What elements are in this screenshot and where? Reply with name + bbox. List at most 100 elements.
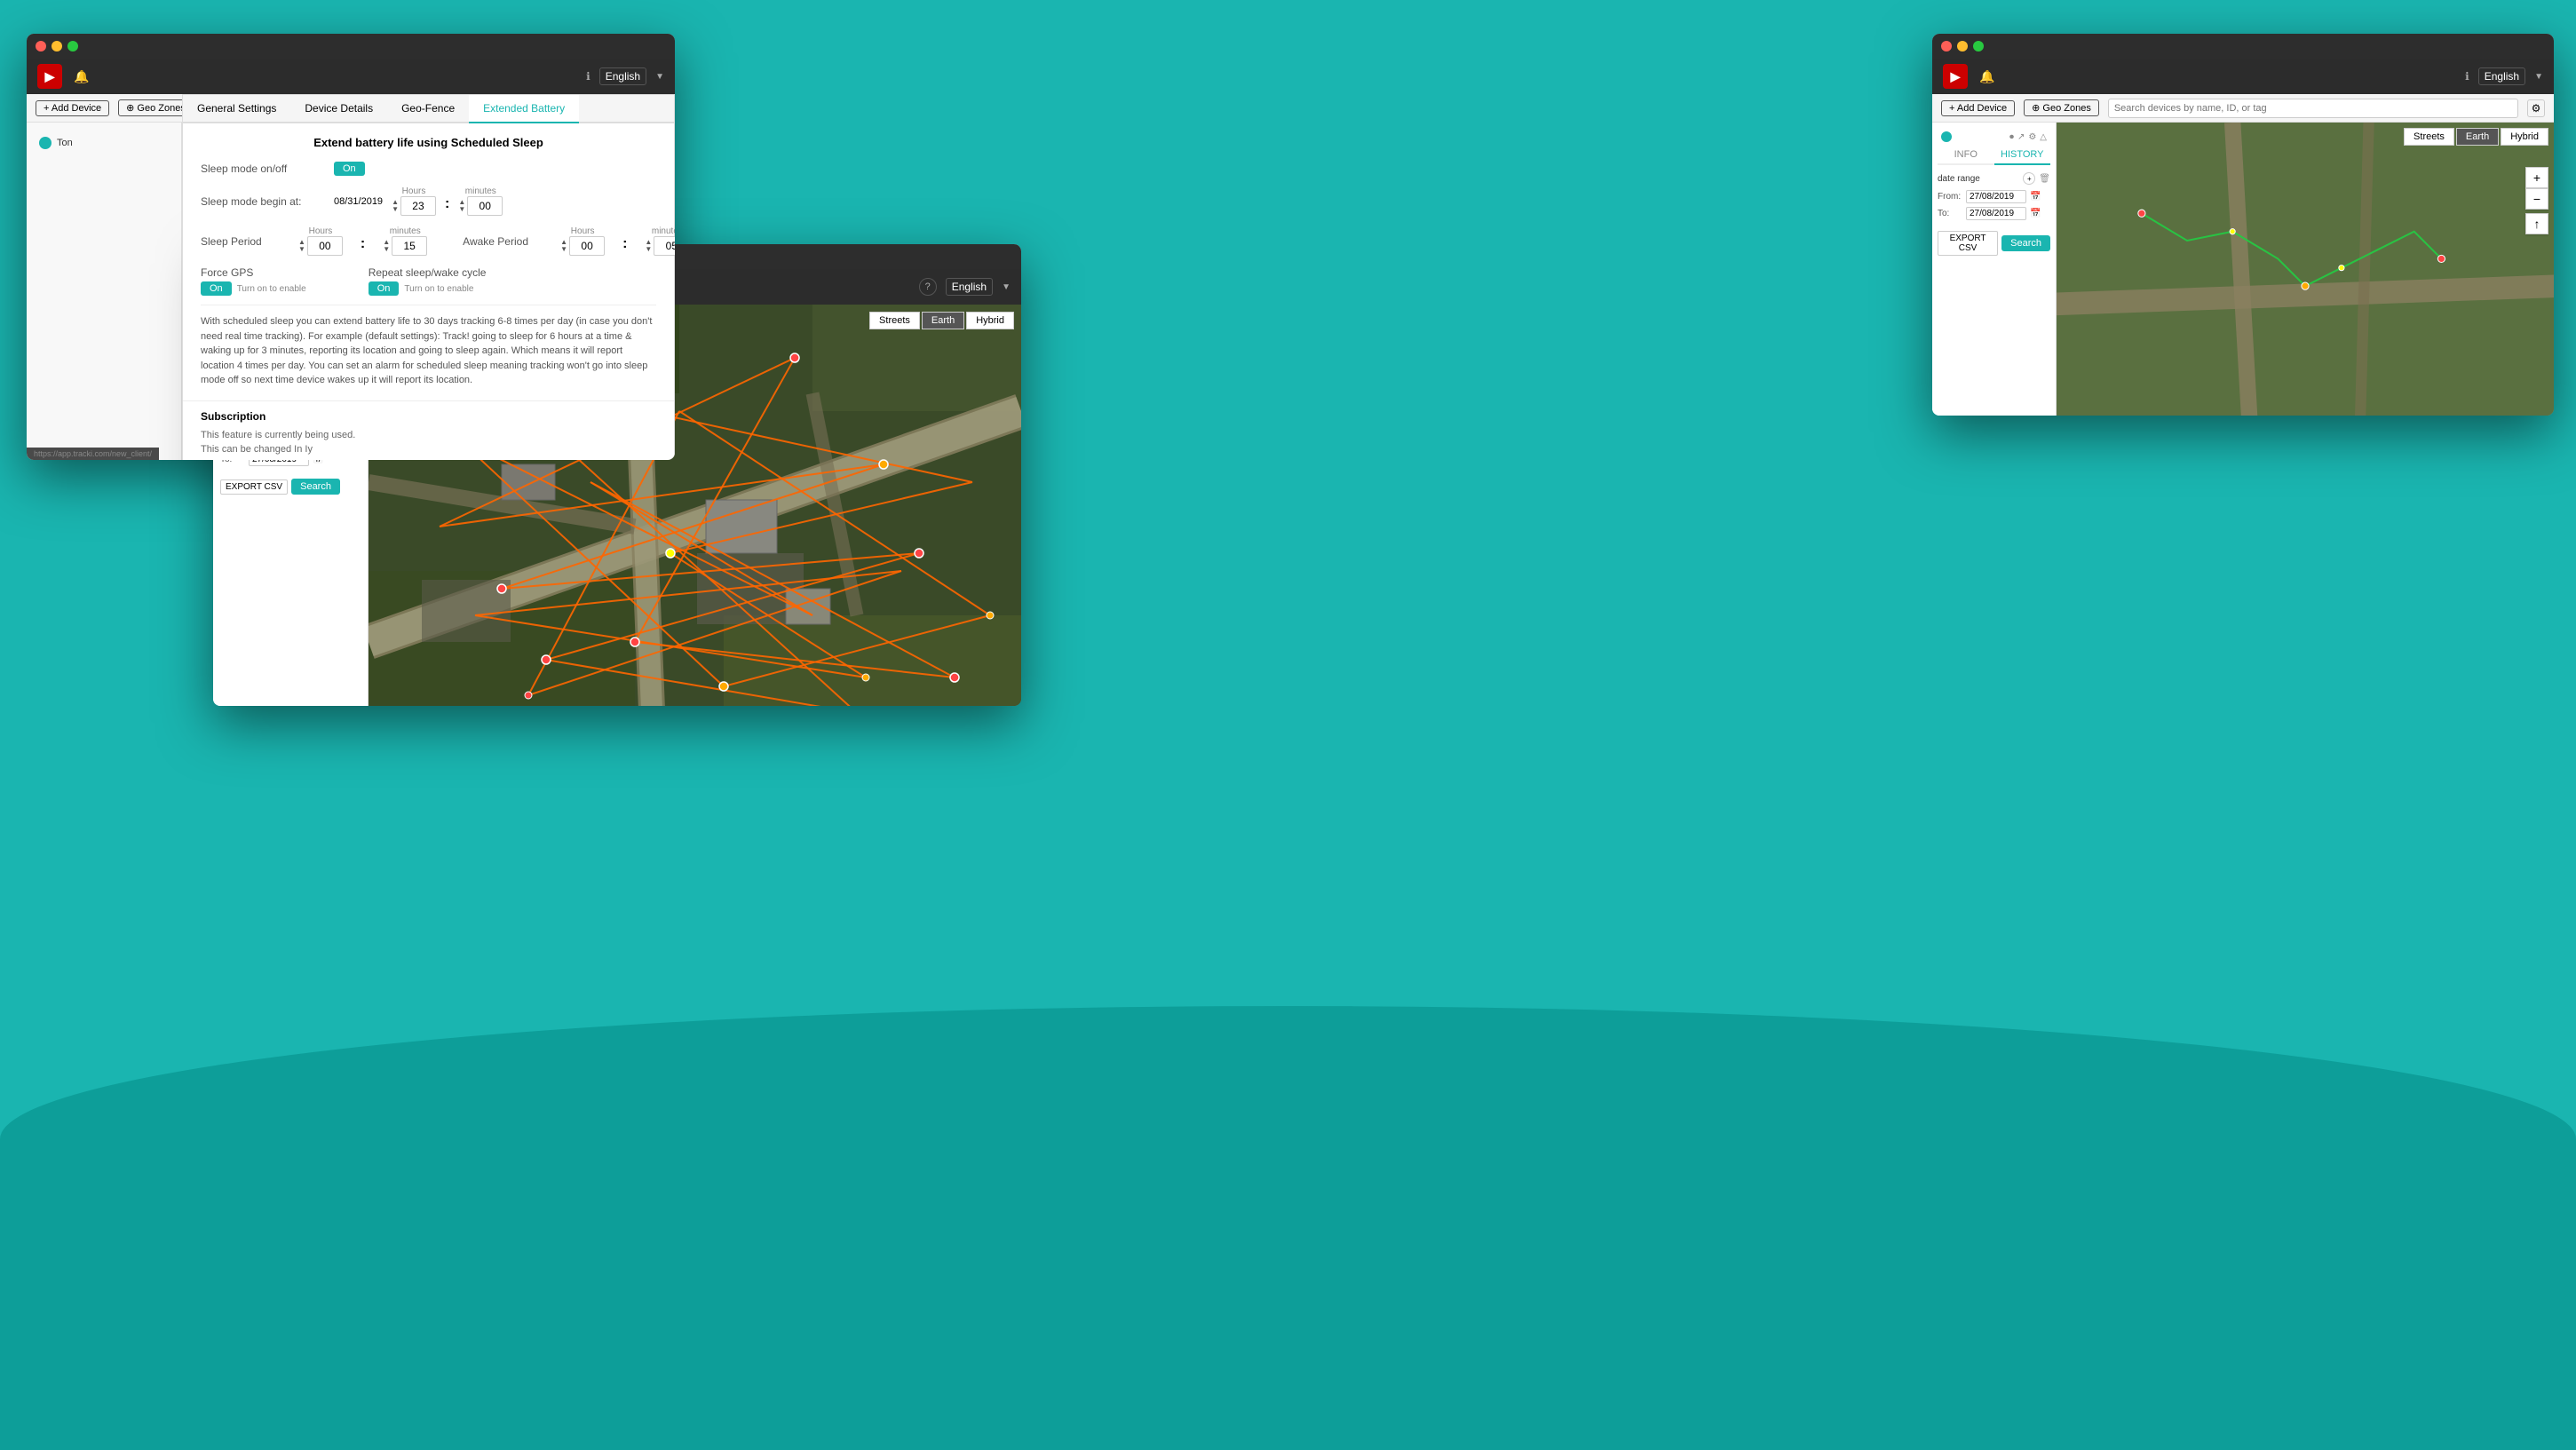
- lang-arrow: ▼: [655, 72, 664, 82]
- description-text: With scheduled sleep you can extend batt…: [201, 305, 656, 388]
- expand-icon[interactable]: △: [2040, 132, 2047, 142]
- period-row: Sleep Period Hours ▲ ▼ : minut: [201, 226, 656, 256]
- app-subbar-2: + Add Device ⊕ Geo Zones ⚙: [1932, 94, 2554, 123]
- sleep-h-down[interactable]: ▼: [298, 246, 305, 253]
- help-icon[interactable]: ?: [919, 278, 937, 296]
- bg-wave: [0, 1006, 2576, 1450]
- sleep-mode-row: Sleep mode on/off On: [201, 162, 656, 176]
- earth-btn-3[interactable]: Earth: [922, 312, 964, 329]
- compass-2[interactable]: ↑: [2525, 213, 2548, 234]
- from-row-2: From: 📅: [1938, 190, 2050, 203]
- repeat-sublabel: Turn on to enable: [404, 284, 473, 294]
- bell-icon[interactable]: 🔔: [71, 66, 92, 87]
- settings-icon-sm[interactable]: ⚙: [2028, 132, 2036, 142]
- info-tab-2[interactable]: INFO: [1938, 146, 1994, 163]
- minutes-input[interactable]: [467, 196, 503, 216]
- sleep-period-label: Sleep Period: [201, 235, 281, 248]
- maximize-dot[interactable]: [67, 41, 78, 52]
- hybrid-btn-3[interactable]: Hybrid: [966, 312, 1014, 329]
- titlebar-1: [27, 34, 675, 59]
- awake-hours-input[interactable]: [569, 236, 605, 256]
- minimize-dot-2[interactable]: [1957, 41, 1968, 52]
- force-gps-label: Force GPS: [201, 266, 253, 279]
- zoom-in-2[interactable]: +: [2525, 167, 2548, 188]
- language-selector-2[interactable]: English: [2478, 67, 2525, 85]
- date-range-label-2: date range: [1938, 174, 1980, 184]
- search-input-2[interactable]: [2108, 99, 2518, 118]
- sleep-mode-toggle[interactable]: On: [334, 162, 365, 176]
- sleep-mode-label: Sleep mode on/off: [201, 162, 325, 175]
- tab-device-details[interactable]: Device Details: [290, 95, 387, 123]
- export-csv-button-3[interactable]: EXPORT CSV: [220, 479, 288, 495]
- hybrid-btn-2[interactable]: Hybrid: [2501, 128, 2548, 146]
- win2-body: ⏺ ↗ ⚙ △ INFO HISTORY date range + 🗑 From…: [1932, 123, 2554, 416]
- awake-minutes-input[interactable]: [654, 236, 675, 256]
- info-history-tabs-2: INFO HISTORY: [1938, 146, 2050, 165]
- app-navbar-2: ▶ 🔔 ℹ English ▼: [1932, 59, 2554, 94]
- settings-body: Extend battery life using Scheduled Slee…: [183, 123, 674, 400]
- repeat-toggle[interactable]: On: [369, 281, 400, 296]
- close-dot-2[interactable]: [1941, 41, 1952, 52]
- from-input-2[interactable]: [1966, 190, 2026, 203]
- export-csv-button-2[interactable]: EXPORT CSV: [1938, 231, 1998, 256]
- add-device-button-2[interactable]: + Add Device: [1941, 100, 2015, 116]
- to-input-2[interactable]: [1966, 207, 2026, 220]
- sleep-begin-row: Sleep mode begin at: 08/31/2019 Hours ▲ …: [201, 186, 656, 216]
- maximize-dot-2[interactable]: [1973, 41, 1984, 52]
- to-label-2: To:: [1938, 209, 1962, 218]
- settings-panel: General Settings Device Details Geo-Fenc…: [182, 94, 675, 460]
- date-plus-icon[interactable]: +: [2023, 172, 2035, 185]
- map-type-controls-3: Streets Earth Hybrid: [869, 312, 1014, 329]
- history-tab-2[interactable]: HISTORY: [1994, 146, 2051, 165]
- bell-icon-2[interactable]: 🔔: [1977, 66, 1998, 87]
- win2-device-icon: [1941, 131, 1952, 142]
- search-button-2[interactable]: Search: [2001, 235, 2050, 251]
- lang-arrow-2: ▼: [2534, 72, 2543, 82]
- streets-btn-3[interactable]: Streets: [869, 312, 920, 329]
- info-icon: ℹ: [586, 70, 590, 83]
- earth-btn-2[interactable]: Earth: [2456, 128, 2499, 146]
- sleep-minutes-input[interactable]: [392, 236, 427, 256]
- sleep-m-down[interactable]: ▼: [383, 246, 390, 253]
- sleep-begin-date: 08/31/2019: [334, 196, 383, 207]
- language-selector-3[interactable]: English: [946, 278, 993, 296]
- titlebar-2: [1932, 34, 2554, 59]
- close-dot[interactable]: [36, 41, 46, 52]
- app-logo-2: ▶: [1943, 64, 1968, 89]
- force-gps-toggle[interactable]: On: [201, 281, 232, 296]
- tab-geo-fence[interactable]: Geo-Fence: [387, 95, 469, 123]
- streets-btn-2[interactable]: Streets: [2404, 128, 2454, 146]
- win2-device-actions: ⏺ ↗ ⚙ △: [2009, 132, 2047, 142]
- date-clear-btn-2[interactable]: 🗑: [2039, 174, 2050, 184]
- awake-period-label: Awake Period: [463, 235, 543, 248]
- search-button-3[interactable]: Search: [291, 479, 340, 495]
- from-label-2: From:: [1938, 192, 1962, 202]
- win2-track-svg: [2057, 123, 2554, 416]
- map-type-controls-2: Streets Earth Hybrid: [2404, 128, 2548, 146]
- window-battery-settings: ▶ 🔔 ℹ English ▼ + Add Device ⊕ Geo Zones…: [27, 34, 675, 460]
- sleep-begin-label: Sleep mode begin at:: [201, 195, 325, 208]
- zoom-controls-2: + − ↑: [2525, 167, 2548, 234]
- settings-icon[interactable]: ⚙: [2527, 99, 2545, 117]
- awake-h-down[interactable]: ▼: [560, 246, 567, 253]
- tab-extended-battery[interactable]: Extended Battery: [469, 95, 579, 123]
- minimize-dot[interactable]: [52, 41, 62, 52]
- zoom-out-2[interactable]: −: [2525, 188, 2548, 210]
- add-device-button[interactable]: + Add Device: [36, 100, 109, 116]
- hours-input[interactable]: [400, 196, 436, 216]
- sleep-hours-input[interactable]: [307, 236, 343, 256]
- settings-tabs: General Settings Device Details Geo-Fenc…: [183, 95, 674, 123]
- geo-zones-button-2[interactable]: ⊕ Geo Zones: [2024, 99, 2099, 116]
- minutes-down[interactable]: ▼: [458, 206, 465, 213]
- calendar-icon-from[interactable]: 📅: [2030, 192, 2041, 202]
- awake-m-down[interactable]: ▼: [645, 246, 652, 253]
- language-selector[interactable]: English: [599, 67, 646, 85]
- tab-general[interactable]: General Settings: [183, 95, 290, 123]
- record-icon[interactable]: ⏺: [2009, 132, 2014, 142]
- sidebar-device-item[interactable]: Ton: [36, 131, 172, 155]
- hours-down[interactable]: ▼: [392, 206, 399, 213]
- calendar-icon-to[interactable]: 📅: [2030, 209, 2041, 218]
- share-icon[interactable]: ↗: [2017, 132, 2025, 142]
- subscription-title: Subscription: [201, 410, 656, 423]
- subscription-text2: This can be changed In Iy: [201, 442, 656, 457]
